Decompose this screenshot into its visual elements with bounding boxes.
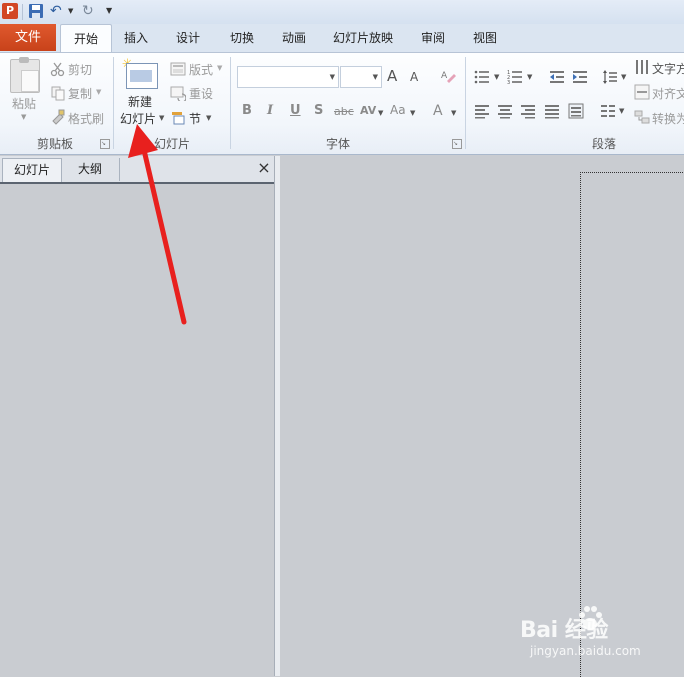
watermark-url: jingyan.baidu.com bbox=[530, 644, 641, 658]
tab-slide-show[interactable]: 幻灯片放映 bbox=[326, 24, 400, 52]
case-dropdown-icon[interactable]: ▼ bbox=[410, 109, 415, 117]
tab-outline[interactable]: 大纲 bbox=[61, 158, 120, 181]
font-launcher-icon[interactable]: ↘ bbox=[452, 139, 462, 149]
reset-icon bbox=[170, 86, 186, 101]
reset-button[interactable]: 重设 bbox=[189, 85, 213, 102]
tab-animations[interactable]: 动画 bbox=[274, 24, 314, 52]
character-spacing-button[interactable]: AV bbox=[360, 104, 376, 117]
svg-text:3: 3 bbox=[507, 80, 510, 85]
line-spacing-icon[interactable] bbox=[602, 69, 618, 85]
section-dropdown-icon[interactable]: ▼ bbox=[206, 114, 211, 122]
group-divider bbox=[230, 57, 231, 149]
paste-button[interactable]: 粘贴 bbox=[12, 95, 36, 112]
bold-button[interactable]: B bbox=[242, 103, 252, 118]
align-center-icon[interactable] bbox=[497, 103, 513, 119]
strikethrough-button[interactable]: abc bbox=[334, 105, 354, 118]
layout-dropdown-icon[interactable]: ▼ bbox=[217, 64, 222, 72]
text-direction-button[interactable]: 文字方 bbox=[652, 60, 684, 77]
smartart-icon bbox=[634, 110, 650, 124]
shrink-font-button[interactable]: A bbox=[410, 70, 418, 84]
font-name-dropdown-icon[interactable]: ▼ bbox=[330, 73, 335, 81]
customize-qat-icon[interactable]: ▼ bbox=[106, 3, 116, 19]
layout-button[interactable]: 版式 bbox=[189, 61, 213, 78]
tab-review[interactable]: 审阅 bbox=[414, 24, 452, 52]
paste-icon[interactable] bbox=[10, 57, 40, 93]
bullets-dropdown-icon[interactable]: ▼ bbox=[494, 73, 499, 81]
decrease-indent-icon[interactable] bbox=[549, 69, 565, 85]
group-divider bbox=[465, 57, 466, 149]
align-text-icon bbox=[634, 84, 650, 100]
paste-dropdown-icon[interactable]: ▼ bbox=[21, 113, 26, 121]
columns-dropdown-icon[interactable]: ▼ bbox=[619, 107, 624, 115]
layout-icon bbox=[170, 62, 186, 76]
close-icon[interactable]: × bbox=[256, 159, 272, 177]
font-size-dropdown-icon[interactable]: ▼ bbox=[373, 73, 378, 81]
undo-dropdown-icon[interactable]: ▼ bbox=[68, 3, 76, 19]
copy-button[interactable]: 复制 bbox=[68, 85, 92, 102]
clipboard-group-label: 剪贴板 bbox=[36, 137, 73, 151]
title-bar bbox=[0, 0, 684, 25]
font-color-button[interactable]: A bbox=[433, 103, 443, 119]
tab-view[interactable]: 视图 bbox=[466, 24, 504, 52]
justify-icon[interactable] bbox=[544, 103, 560, 119]
ribbon: 粘贴 ▼ 剪切 复制 ▼ 格式刷 剪贴板 ↘ ✳ 新建 幻灯片 ▼ 版式 ▼ 重… bbox=[0, 52, 684, 155]
tab-transitions[interactable]: 切换 bbox=[222, 24, 262, 52]
underline-button[interactable]: U bbox=[290, 103, 301, 118]
tab-home[interactable]: 开始 bbox=[60, 24, 112, 53]
copy-icon bbox=[51, 86, 65, 101]
cut-button[interactable]: 剪切 bbox=[68, 61, 92, 78]
clear-formatting-icon[interactable]: A bbox=[440, 67, 456, 83]
spacing-dropdown-icon[interactable]: ▼ bbox=[378, 109, 383, 117]
line-spacing-dropdown-icon[interactable]: ▼ bbox=[621, 73, 626, 81]
align-right-icon[interactable] bbox=[520, 103, 536, 119]
distributed-icon[interactable] bbox=[568, 103, 584, 119]
format-painter-button[interactable]: 格式刷 bbox=[68, 110, 104, 127]
shadow-button[interactable]: S bbox=[314, 103, 323, 118]
svg-text:A: A bbox=[441, 71, 448, 81]
paragraph-group-label: 段落 bbox=[591, 137, 616, 151]
bullets-icon[interactable] bbox=[474, 69, 490, 85]
redo-icon[interactable]: ↻ bbox=[82, 3, 98, 19]
undo-icon[interactable]: ↶ bbox=[50, 3, 66, 19]
font-size-combo[interactable]: ▼ bbox=[340, 66, 382, 88]
text-direction-icon bbox=[636, 60, 648, 74]
numbering-icon[interactable]: 1 2 3 bbox=[507, 69, 523, 85]
tab-insert[interactable]: 插入 bbox=[116, 24, 156, 52]
qat-separator bbox=[22, 4, 23, 20]
align-left-icon[interactable] bbox=[474, 103, 490, 119]
tab-slides[interactable]: 幻灯片 bbox=[2, 158, 62, 182]
italic-button[interactable]: I bbox=[267, 103, 273, 118]
change-case-button[interactable]: Aa bbox=[390, 103, 406, 117]
tab-file[interactable]: 文件 bbox=[0, 24, 56, 51]
font-name-combo[interactable]: ▼ bbox=[237, 66, 339, 88]
group-divider bbox=[113, 57, 114, 149]
font-color-dropdown-icon[interactable]: ▼ bbox=[451, 109, 456, 117]
new-slide-icon[interactable] bbox=[126, 63, 158, 89]
watermark-logo: Bai 经验 bbox=[520, 618, 608, 643]
format-painter-icon bbox=[52, 109, 65, 125]
grow-font-button[interactable]: A bbox=[387, 67, 397, 85]
increase-indent-icon[interactable] bbox=[572, 69, 588, 85]
columns-icon[interactable] bbox=[600, 103, 616, 119]
slide-placeholder-border bbox=[580, 172, 684, 677]
numbering-dropdown-icon[interactable]: ▼ bbox=[527, 73, 532, 81]
annotation-arrow bbox=[128, 124, 187, 325]
save-icon[interactable] bbox=[28, 3, 44, 19]
font-group-label: 字体 bbox=[325, 137, 350, 151]
tab-design[interactable]: 设计 bbox=[168, 24, 208, 52]
new-slide-button-line1[interactable]: 新建 bbox=[128, 93, 152, 110]
convert-smartart-button[interactable]: 转换为 bbox=[652, 110, 684, 127]
copy-dropdown-icon[interactable]: ▼ bbox=[96, 88, 101, 96]
powerpoint-app-icon[interactable]: P bbox=[2, 3, 18, 19]
align-text-button[interactable]: 对齐文 bbox=[652, 85, 684, 102]
scissors-icon bbox=[50, 62, 65, 77]
clipboard-launcher-icon[interactable]: ↘ bbox=[100, 139, 110, 149]
